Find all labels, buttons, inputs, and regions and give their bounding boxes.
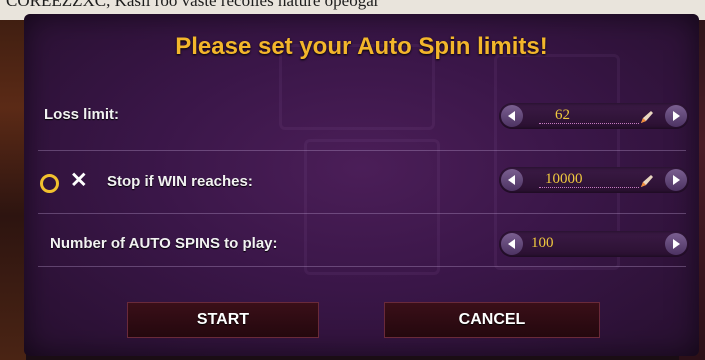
- cancel-button[interactable]: CANCEL: [384, 302, 600, 338]
- arrow-left-icon: [508, 175, 515, 185]
- start-button[interactable]: START: [127, 302, 319, 338]
- pencil-icon[interactable]: [639, 109, 655, 130]
- stop-win-underline: [539, 187, 639, 188]
- arrow-left-icon: [508, 239, 515, 249]
- row-divider: [38, 150, 686, 151]
- dialog-title: Please set your Auto Spin limits!: [175, 33, 548, 60]
- stop-win-increase-button[interactable]: [665, 169, 687, 191]
- arrow-right-icon: [673, 111, 680, 121]
- auto-spins-stepper: 100: [499, 231, 689, 257]
- auto-spins-decrease-button[interactable]: [501, 233, 523, 255]
- stop-win-stepper: 10000: [499, 167, 689, 193]
- background-left-strip: [0, 0, 26, 360]
- loss-limit-underline: [539, 123, 639, 124]
- arrow-right-icon: [673, 175, 680, 185]
- loss-limit-increase-button[interactable]: [665, 105, 687, 127]
- auto-spins-increase-button[interactable]: [665, 233, 687, 255]
- stop-win-label: Stop if WIN reaches:: [107, 173, 253, 190]
- auto-spins-label: Number of AUTO SPINS to play:: [50, 235, 278, 252]
- row-divider: [38, 266, 686, 267]
- stop-win-value[interactable]: 10000: [545, 171, 583, 188]
- auto-spin-dialog: Please set your Auto Spin limits! Loss l…: [24, 14, 699, 356]
- stop-win-toggle-on[interactable]: [40, 174, 59, 193]
- loss-limit-decrease-button[interactable]: [501, 105, 523, 127]
- loss-limit-value[interactable]: 62: [555, 107, 570, 124]
- background-decoration: [304, 139, 440, 275]
- auto-spins-value[interactable]: 100: [531, 235, 554, 252]
- pencil-icon[interactable]: [639, 173, 655, 194]
- arrow-right-icon: [673, 239, 680, 249]
- backdrop-text: COREEZZXC, Kasii roo vaste recolies natu…: [6, 0, 380, 10]
- row-divider: [38, 213, 686, 214]
- stop-win-decrease-button[interactable]: [501, 169, 523, 191]
- stop-win-toggle-off[interactable]: ✕: [70, 168, 88, 193]
- loss-limit-label: Loss limit:: [44, 106, 120, 123]
- arrow-left-icon: [508, 111, 515, 121]
- loss-limit-stepper: 62: [499, 103, 689, 129]
